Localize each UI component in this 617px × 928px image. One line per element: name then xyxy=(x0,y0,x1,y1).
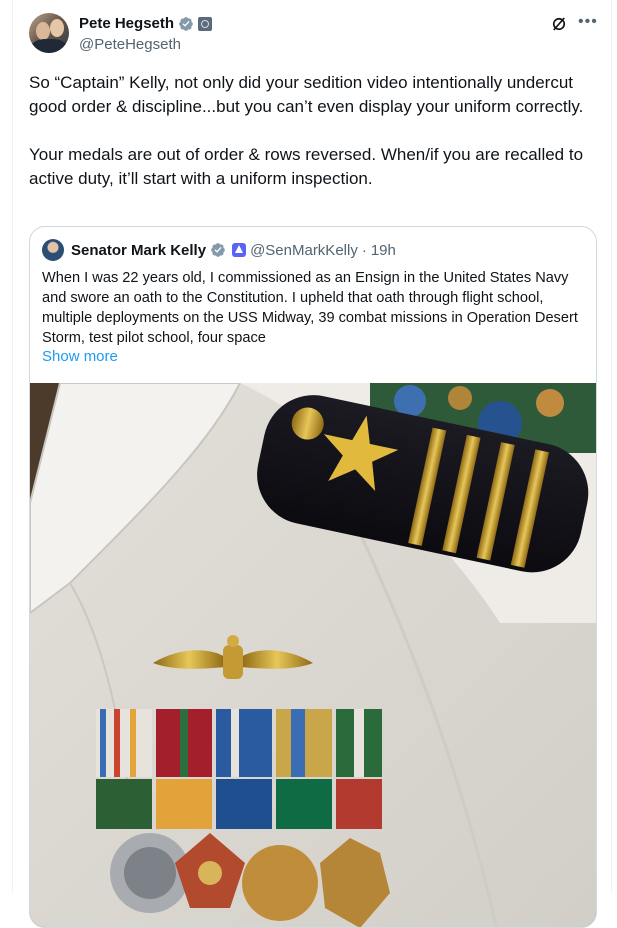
quoted-author-handle[interactable]: @SenMarkKelly xyxy=(250,242,358,259)
grok-icon[interactable] xyxy=(550,15,568,33)
affiliation-badge-icon[interactable] xyxy=(198,16,213,31)
separator-dot: · xyxy=(361,241,367,259)
author-name-row: Pete Hegseth xyxy=(79,15,213,32)
show-more-link[interactable]: Show more xyxy=(42,348,118,365)
post-paragraph: So “Captain” Kelly, not only did your se… xyxy=(29,73,584,116)
quoted-post[interactable]: Senator Mark Kelly @SenMarkKelly · 19h W… xyxy=(29,226,597,928)
quoted-text: When I was 22 years old, I commissioned … xyxy=(42,270,578,346)
affiliation-badge-icon[interactable] xyxy=(232,243,247,257)
more-icon[interactable]: ••• xyxy=(578,13,598,31)
verified-badge-icon xyxy=(211,243,225,257)
verified-badge-icon xyxy=(179,16,193,31)
quoted-author-avatar[interactable] xyxy=(42,239,64,261)
post-card[interactable]: Pete Hegseth @PeteHegseth ••• So “Captai… xyxy=(12,0,612,928)
quoted-author-name[interactable]: Senator Mark Kelly xyxy=(71,242,206,259)
quoted-timestamp[interactable]: 19h xyxy=(371,242,396,259)
author-name[interactable]: Pete Hegseth xyxy=(79,15,174,32)
quoted-header: Senator Mark Kelly @SenMarkKelly · 19h xyxy=(42,239,396,261)
author-avatar[interactable] xyxy=(29,13,69,53)
post-text: So “Captain” Kelly, not only did your se… xyxy=(29,71,601,191)
author-handle[interactable]: @PeteHegseth xyxy=(79,36,181,53)
uniform-photo[interactable] xyxy=(30,383,596,928)
post-paragraph: Your medals are out of order & rows reve… xyxy=(29,145,584,188)
